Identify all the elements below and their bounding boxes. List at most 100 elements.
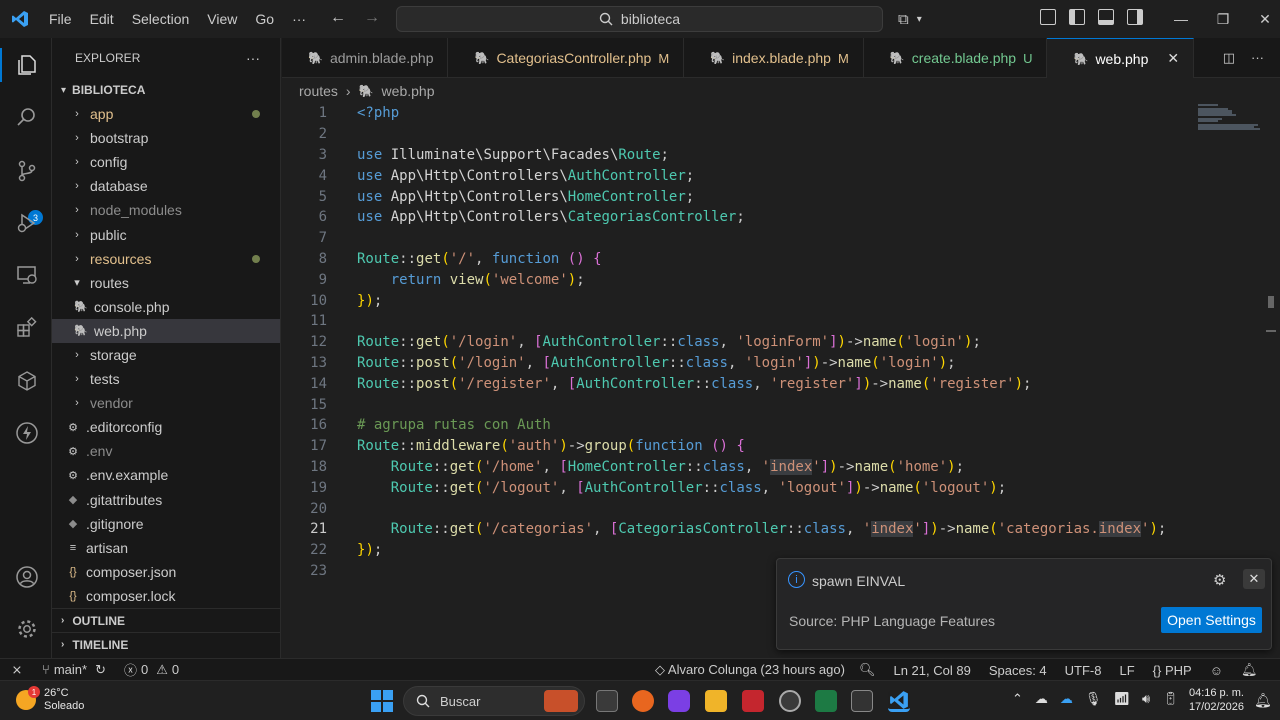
file-tree-item-composer-json[interactable]: {} composer.json xyxy=(52,560,280,584)
toggle-primary-sidebar-icon[interactable] xyxy=(1069,9,1085,25)
notification-center-icon[interactable]: 🔔︎ xyxy=(1254,692,1272,709)
menu-item-more[interactable]: ··· xyxy=(283,11,315,27)
code-line[interactable]: 21 Route::get('/categorias', [Categorias… xyxy=(282,519,1190,540)
firefox-icon[interactable] xyxy=(632,690,654,712)
clock[interactable]: 04:16 p. m. 17/02/2026 xyxy=(1188,686,1244,714)
code-line[interactable]: 11 xyxy=(282,311,1190,332)
code-line[interactable]: 2 xyxy=(282,124,1190,145)
tab-index-blade-php[interactable]: 🐘 index.blade.php M xyxy=(684,38,864,78)
explorer-files-icon[interactable] xyxy=(14,52,40,78)
zoom-icon[interactable]: 🔍︎ xyxy=(859,662,876,678)
file-tree-item-web-php[interactable]: 🐘 web.php xyxy=(52,318,280,343)
file-tree-item-resources[interactable]: › resources xyxy=(52,247,280,271)
file-tree-item-editorconfig[interactable]: ⚙ .editorconfig xyxy=(52,415,280,439)
onedrive-icon[interactable]: ☁ xyxy=(1060,691,1073,707)
code-line[interactable]: 6 use App\Http\Controllers\CategoriasCont… xyxy=(282,207,1190,228)
code-line[interactable]: 1 <?php xyxy=(282,103,1190,124)
file-tree-item-env[interactable]: ⚙ .env xyxy=(52,439,280,463)
code-line[interactable]: 8 Route::get('/', function () { xyxy=(282,249,1190,270)
menu-item-edit[interactable]: Edit xyxy=(81,11,123,27)
run-debug-icon[interactable] xyxy=(14,210,40,236)
file-tree-item-composer-lock[interactable]: {} composer.lock xyxy=(52,584,280,608)
accounts-icon[interactable] xyxy=(14,564,40,590)
error-count[interactable]: 0 xyxy=(141,662,148,677)
warning-count[interactable]: 0 xyxy=(172,662,179,677)
explorer-more-actions[interactable]: ··· xyxy=(246,50,260,66)
battery-icon[interactable]: 🔋︎ xyxy=(1162,691,1179,707)
file-tree-item-routes[interactable]: ▾ routes xyxy=(52,271,280,295)
weather-widget[interactable]: 1 26°C Soleado xyxy=(16,686,84,713)
file-tree-item-tests[interactable]: › tests xyxy=(52,367,280,391)
remote-explorer-icon[interactable] xyxy=(14,262,40,288)
code-line[interactable]: 14 Route::post('/register', [AuthControll… xyxy=(282,373,1190,394)
code-line[interactable]: 3 use Illuminate\Support\Facades\Route; xyxy=(282,145,1190,166)
breadcrumb-file[interactable]: web.php xyxy=(382,83,435,99)
menu-item-selection[interactable]: Selection xyxy=(123,11,199,27)
file-tree-item-app[interactable]: › app xyxy=(52,102,280,126)
code-line[interactable]: 18 Route::get('/home', [HomeController::… xyxy=(282,457,1190,478)
code-line[interactable]: 4 use App\Http\Controllers\AuthController… xyxy=(282,165,1190,186)
mic-icon[interactable]: 🎙︎ xyxy=(1085,691,1102,707)
notifications-bell-icon[interactable]: 🔔︎ xyxy=(1241,662,1258,678)
file-tree-item-node-modules[interactable]: › node_modules xyxy=(52,198,280,222)
file-tree-item-vendor[interactable]: › vendor xyxy=(52,391,280,415)
thunder-client-icon[interactable] xyxy=(14,420,40,446)
code-line[interactable]: 17 Route::middleware('auth')->group(funct… xyxy=(282,436,1190,457)
code-line[interactable]: 9 return view('welcome'); xyxy=(282,269,1190,290)
search-icon[interactable] xyxy=(14,104,40,130)
code-line[interactable]: 12 Route::get('/login', [AuthController::… xyxy=(282,332,1190,353)
scrollbar-marker[interactable] xyxy=(1268,296,1274,308)
sync-icon[interactable]: ↻ xyxy=(95,662,106,678)
code-line[interactable]: 19 Route::get('/logout', [AuthController… xyxy=(282,477,1190,498)
task-view-icon[interactable] xyxy=(596,690,618,712)
outline-section[interactable]: › OUTLINE xyxy=(52,608,281,632)
code-line[interactable]: 15 xyxy=(282,394,1190,415)
git-blame[interactable]: ◇ Alvaro Colunga (23 hours ago) xyxy=(655,662,845,678)
command-center-search[interactable]: biblioteca xyxy=(396,6,883,32)
menu-item-file[interactable]: File xyxy=(40,11,81,27)
workspace-root[interactable]: ▾ BIBLIOTECA xyxy=(52,78,280,102)
toggle-secondary-sidebar-icon[interactable] xyxy=(1127,9,1143,25)
customize-layout-icon[interactable] xyxy=(1040,9,1056,25)
terminal-icon[interactable] xyxy=(851,690,873,712)
file-tree-item-artisan[interactable]: ≡ artisan xyxy=(52,536,280,560)
open-settings-button[interactable]: Open Settings xyxy=(1161,607,1262,633)
code-line[interactable]: 10}); xyxy=(282,290,1190,311)
toggle-panel-icon[interactable] xyxy=(1098,9,1114,25)
restore-icon[interactable]: ❐ xyxy=(1202,0,1244,38)
volume-icon[interactable]: 🔊︎ xyxy=(1142,691,1150,707)
close-window-icon[interactable]: ✕ xyxy=(1244,0,1280,38)
tab-web-php[interactable]: 🐘 web.php ✕ xyxy=(1047,38,1195,78)
windows-start-icon[interactable] xyxy=(371,690,393,712)
vscode-taskbar-icon[interactable] xyxy=(888,690,910,712)
copilot-button[interactable]: ⧉ ▾ xyxy=(898,8,950,30)
file-tree-item-gitattributes[interactable]: ◆ .gitattributes xyxy=(52,488,280,512)
red-app-icon[interactable] xyxy=(742,690,764,712)
cursor-position[interactable]: Ln 21, Col 89 xyxy=(893,663,970,678)
forward-arrow-icon[interactable]: → xyxy=(364,9,380,27)
branch-name[interactable]: main* xyxy=(54,662,87,677)
end-of-line[interactable]: LF xyxy=(1120,663,1135,678)
file-tree-item-env-example[interactable]: ⚙ .env.example xyxy=(52,463,280,487)
file-tree-item-public[interactable]: › public xyxy=(52,222,280,246)
manage-gear-icon[interactable] xyxy=(14,616,40,642)
copilot-app-icon[interactable] xyxy=(668,690,690,712)
back-arrow-icon[interactable]: ← xyxy=(330,9,346,27)
encoding[interactable]: UTF-8 xyxy=(1065,663,1102,678)
source-control-icon[interactable] xyxy=(14,158,40,184)
file-tree-item-console-php[interactable]: 🐘 console.php xyxy=(52,295,280,319)
copilot-status-icon[interactable]: ☺ xyxy=(1210,663,1223,678)
code-line[interactable]: 16 # agrupa rutas con Auth xyxy=(282,415,1190,436)
chrome-app-icon[interactable] xyxy=(779,690,801,712)
indentation[interactable]: Spaces: 4 xyxy=(989,663,1047,678)
breadcrumb-folder[interactable]: routes xyxy=(299,83,338,99)
file-tree-item-bootstrap[interactable]: › bootstrap xyxy=(52,126,280,150)
code-line[interactable]: 20 xyxy=(282,498,1190,519)
menu-item-go[interactable]: Go xyxy=(246,11,283,27)
excel-icon[interactable] xyxy=(815,690,837,712)
extensions-icon[interactable] xyxy=(14,314,40,340)
wifi-icon[interactable]: 📶︎ xyxy=(1113,691,1130,707)
containers-icon[interactable] xyxy=(14,368,40,394)
menu-item-view[interactable]: View xyxy=(198,11,246,27)
code-line[interactable]: 5 use App\Http\Controllers\HomeController… xyxy=(282,186,1190,207)
